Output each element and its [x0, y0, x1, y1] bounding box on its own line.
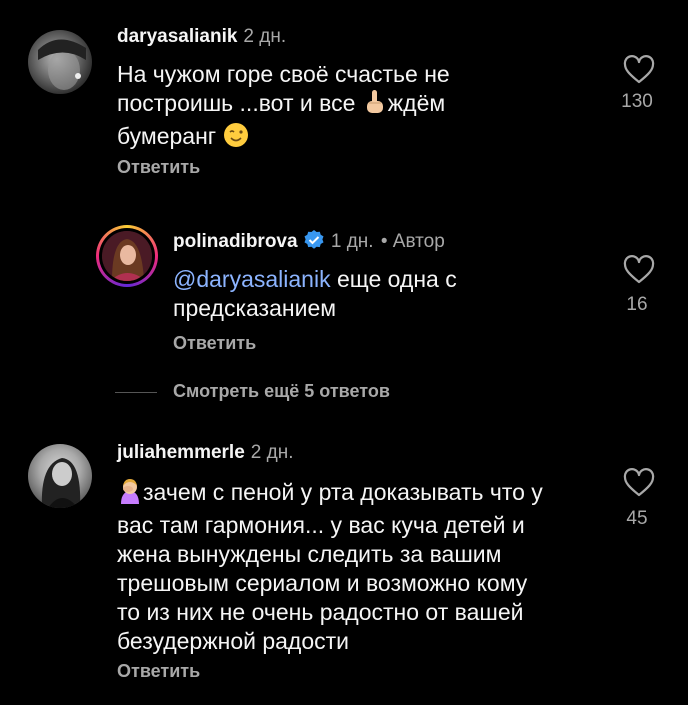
avatar-photo-icon	[41, 458, 81, 508]
comment-text-line: безудержной радости	[117, 628, 350, 654]
like-count: 45	[626, 508, 648, 529]
reply-button[interactable]: Ответить	[117, 661, 200, 682]
comment-text-line: зачем с пеной у рта доказывать что у	[117, 478, 607, 511]
comment-text-line: жена вынуждены следить за вашим	[117, 541, 502, 567]
comment-header: juliahemmerle 2 дн.	[117, 442, 294, 464]
comment-juliahemmerle: juliahemmerle 2 дн. зачем с пеной у рта д…	[0, 0, 688, 705]
comment-text-line: то из них не очень радостно от вашей	[117, 599, 524, 625]
comment-time: 2 дн.	[250, 442, 294, 463]
avatar[interactable]	[28, 444, 92, 508]
username[interactable]: juliahemmerle	[117, 442, 245, 463]
facepalm-emoji-icon	[117, 478, 143, 511]
comment-text-line: вас там гармония... у вас куча детей и	[117, 512, 525, 538]
comment-text: зачем с пеной у рта доказывать что у вас…	[117, 478, 607, 656]
heart-icon[interactable]	[623, 468, 655, 498]
comment-text-line: трешовым сериалом и возможно кому	[117, 570, 528, 596]
